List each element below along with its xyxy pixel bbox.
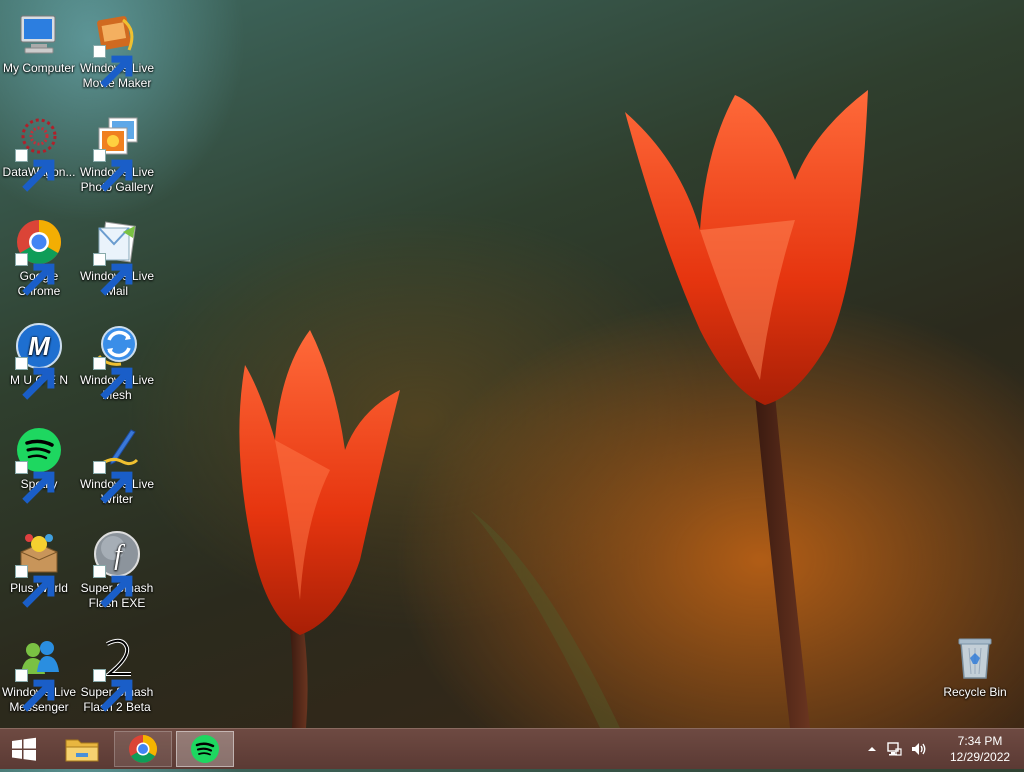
mugen-icon: M xyxy=(15,322,63,400)
desktop-icon-label: My Computer xyxy=(2,61,76,75)
computer-icon xyxy=(15,10,63,58)
flash-icon: f xyxy=(93,530,141,608)
desktop-icon-super-smash-flash-exe[interactable]: f Super Smash Flash EXE xyxy=(78,524,156,624)
shortcut-arrow-icon xyxy=(15,565,55,608)
desktop-icon-mugen[interactable]: M M U G E N xyxy=(0,316,78,416)
shortcut-arrow-icon xyxy=(93,253,133,296)
desktop-icon-label: Recycle Bin xyxy=(943,685,1007,699)
mesh-icon xyxy=(93,322,141,400)
writer-icon xyxy=(93,426,141,504)
chrome-icon xyxy=(129,735,157,763)
show-hidden-icons-arrow[interactable] xyxy=(866,742,878,756)
shortcut-arrow-icon xyxy=(15,253,55,296)
desktop-icon-datawagon[interactable]: DataWagon... xyxy=(0,108,78,208)
network-icon[interactable] xyxy=(886,740,902,758)
datawagon-icon xyxy=(15,114,63,192)
recycle-bin-icon xyxy=(951,634,999,682)
shortcut-arrow-icon xyxy=(15,149,55,192)
desktop-icon-windows-live-messenger[interactable]: Windows Live Messenger xyxy=(0,628,78,728)
desktop-icon-recycle-bin[interactable]: Recycle Bin xyxy=(936,628,1014,728)
taskbar-file-explorer[interactable] xyxy=(56,731,108,767)
system-tray: 7:34 PM 12/29/2022 xyxy=(864,729,1024,769)
messenger-icon xyxy=(15,634,63,712)
desktop-icon-windows-live-mail[interactable]: Windows Live Mail xyxy=(78,212,156,312)
spotify-icon xyxy=(191,735,219,763)
folder-icon xyxy=(65,739,99,762)
taskbar-chrome[interactable] xyxy=(114,731,172,767)
desktop-icon-my-computer[interactable]: My Computer xyxy=(0,4,78,104)
ssf2-icon xyxy=(93,634,141,712)
volume-icon[interactable] xyxy=(910,740,928,758)
desktop-icon-google-chrome[interactable]: Google Chrome xyxy=(0,212,78,312)
clock-date: 12/29/2022 xyxy=(950,750,1011,764)
shortcut-arrow-icon xyxy=(15,461,55,504)
start-button[interactable] xyxy=(0,731,48,767)
desktop-icon-windows-live-photo-gallery[interactable]: Windows Live Photo Gallery xyxy=(78,108,156,208)
shortcut-arrow-icon xyxy=(15,669,55,712)
taskbar-spotify[interactable] xyxy=(176,731,234,767)
desktop-icon-windows-live-mesh[interactable]: Windows Live Mesh xyxy=(78,316,156,416)
clock[interactable]: 7:34 PM 12/29/2022 xyxy=(950,733,1010,765)
spotify-icon xyxy=(15,426,63,504)
shortcut-arrow-icon xyxy=(93,45,133,88)
desktop-icon-windows-live-writer[interactable]: Windows Live Writer xyxy=(78,420,156,520)
plus-world-icon xyxy=(15,530,63,608)
desktop-icon-spotify[interactable]: Spotify xyxy=(0,420,78,520)
chrome-icon xyxy=(15,218,63,296)
desktop-icon-plus-world[interactable]: Plus World xyxy=(0,524,78,624)
taskbar: 7:34 PM 12/29/2022 xyxy=(0,728,1024,769)
shortcut-arrow-icon xyxy=(93,149,133,192)
shortcut-arrow-icon xyxy=(93,565,133,608)
svg-text:M: M xyxy=(28,331,51,361)
shortcut-arrow-icon xyxy=(93,461,133,504)
shortcut-arrow-icon xyxy=(15,357,55,400)
desktop-icon-super-smash-flash-2-beta[interactable]: Super Smash Flash 2 Beta xyxy=(78,628,156,728)
photo-gallery-icon xyxy=(93,114,141,192)
mail-icon xyxy=(93,218,141,296)
movie-maker-icon xyxy=(93,10,141,88)
shortcut-arrow-icon xyxy=(93,669,133,712)
desktop-icon-windows-live-movie-maker[interactable]: Windows Live Movie Maker xyxy=(78,4,156,104)
windows-logo-icon xyxy=(12,737,36,761)
shortcut-arrow-icon xyxy=(93,357,133,400)
clock-time: 7:34 PM xyxy=(957,734,1003,748)
